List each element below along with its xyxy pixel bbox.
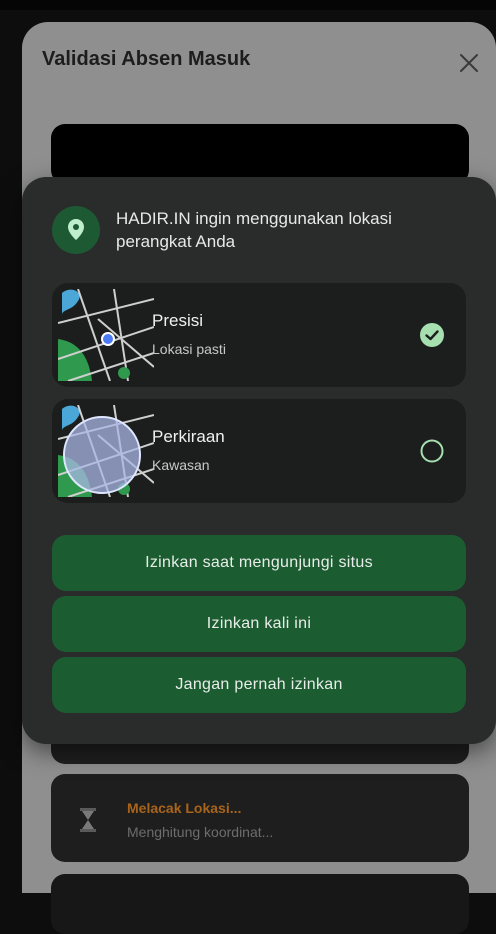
precise-map-icon bbox=[58, 289, 154, 381]
never-allow-button[interactable]: Jangan pernah izinkan bbox=[52, 657, 466, 713]
camera-preview bbox=[51, 124, 469, 184]
location-permission-dialog: HADIR.IN ingin menggunakan lokasi perang… bbox=[22, 177, 496, 744]
tracking-subtitle: Menghitung koordinat... bbox=[127, 824, 274, 840]
close-icon[interactable] bbox=[458, 52, 480, 74]
permission-message: HADIR.IN ingin menggunakan lokasi perang… bbox=[116, 209, 392, 251]
approximate-map-icon bbox=[58, 405, 154, 497]
status-strip bbox=[0, 0, 496, 10]
option-approximate[interactable]: Perkiraan Kawasan bbox=[52, 399, 466, 503]
hourglass-icon bbox=[80, 808, 96, 832]
option-precise[interactable]: Presisi Lokasi pasti bbox=[52, 283, 466, 387]
option-approximate-subtitle: Kawasan bbox=[152, 457, 210, 473]
option-precise-subtitle: Lokasi pasti bbox=[152, 341, 226, 357]
tracking-title: Melacak Lokasi... bbox=[127, 800, 242, 816]
radio-empty-icon[interactable] bbox=[420, 439, 444, 463]
sheet-title: Validasi Absen Masuk bbox=[42, 48, 251, 70]
allow-this-time-button[interactable]: Izinkan kali ini bbox=[52, 596, 466, 652]
permission-header: HADIR.IN ingin menggunakan lokasi perang… bbox=[52, 201, 476, 267]
location-pin-icon bbox=[52, 206, 100, 254]
option-precise-title: Presisi bbox=[152, 311, 204, 330]
option-approximate-title: Perkiraan bbox=[152, 427, 225, 446]
allow-while-visiting-button[interactable]: Izinkan saat mengunjungi situs bbox=[52, 535, 466, 591]
tracking-card: Melacak Lokasi... Menghitung koordinat..… bbox=[51, 774, 469, 862]
bottom-card bbox=[51, 874, 469, 934]
check-circle-icon[interactable] bbox=[420, 323, 444, 347]
